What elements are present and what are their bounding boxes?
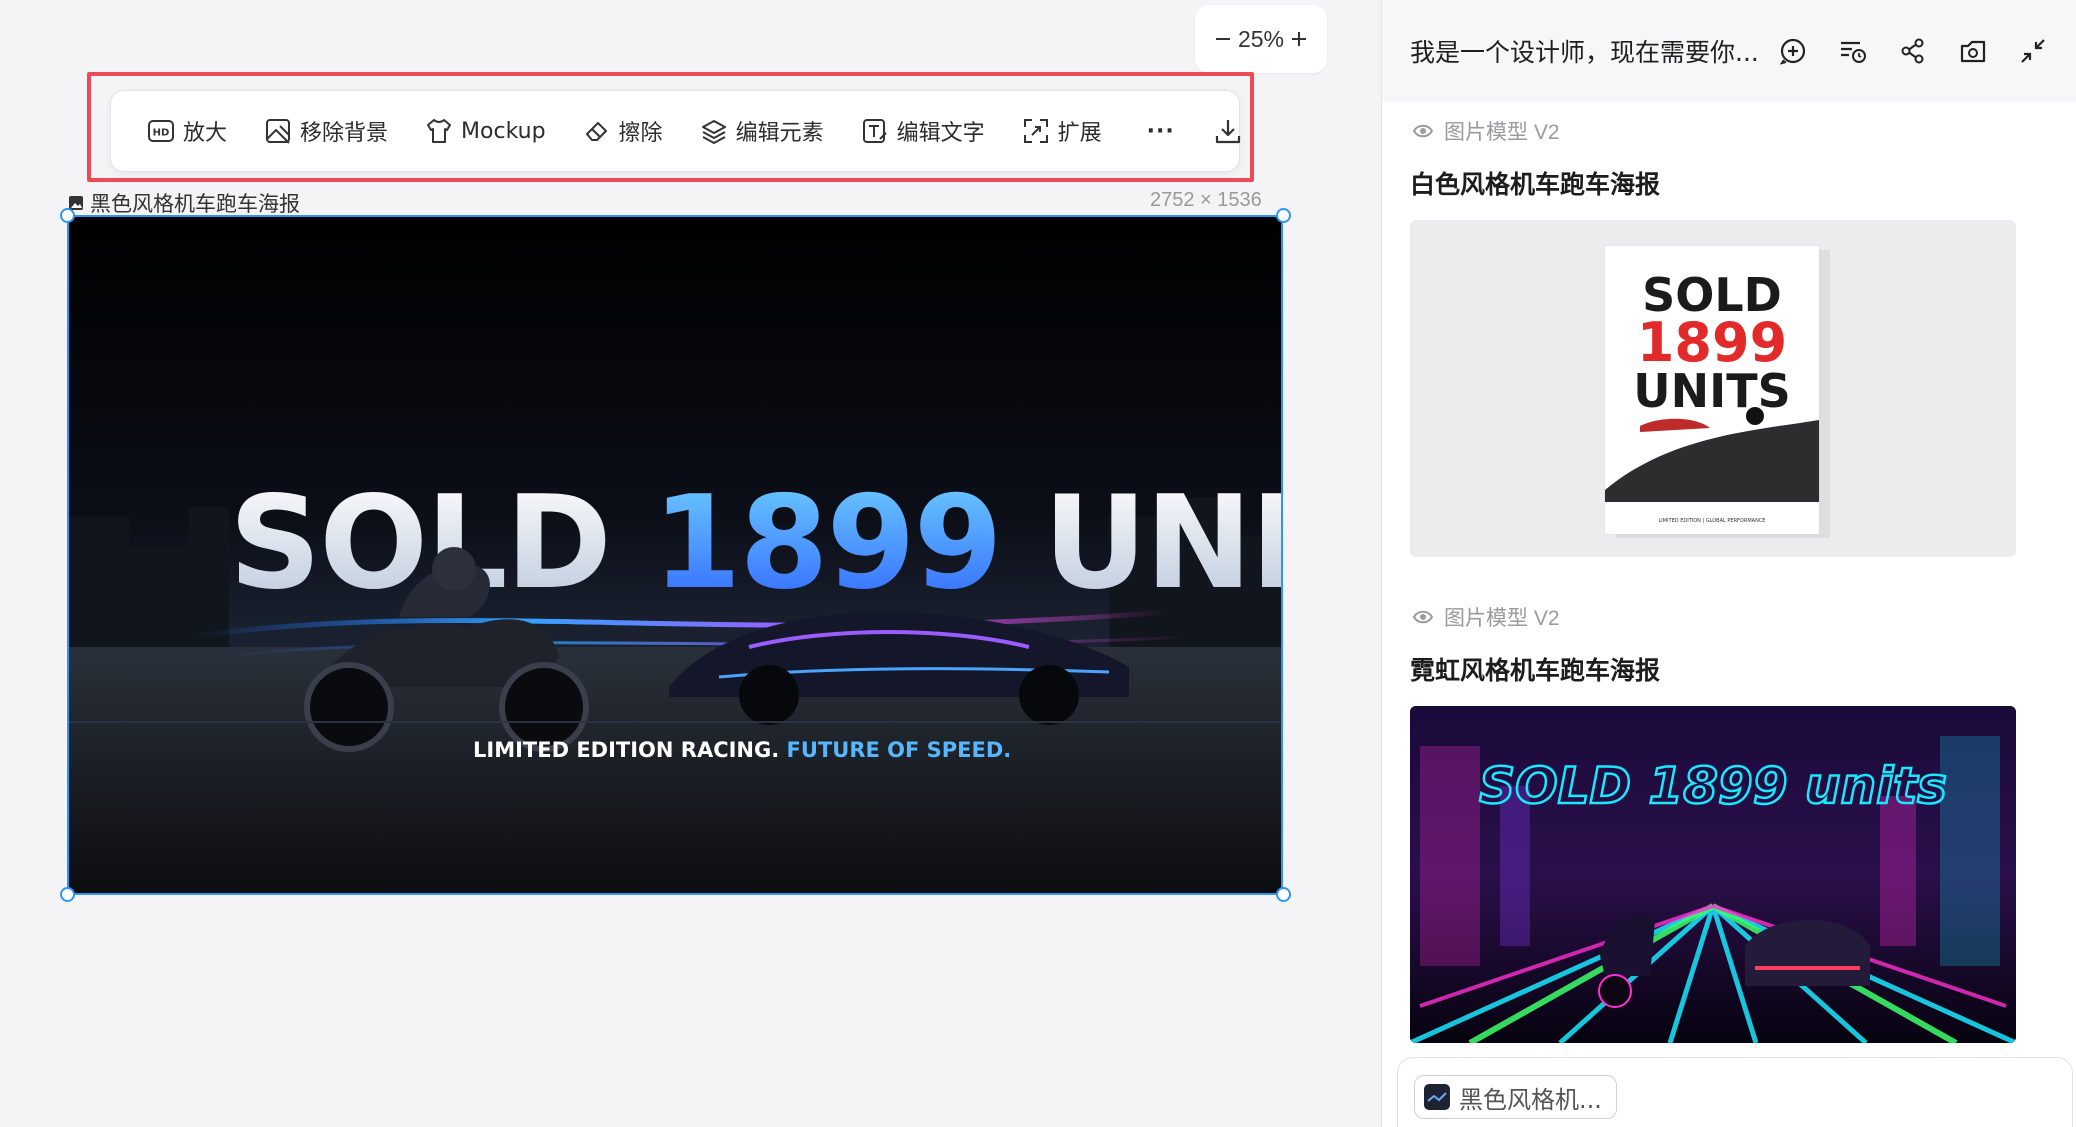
upscale-button[interactable]: HD 放大 xyxy=(137,106,237,156)
model-tag-2: 图片模型 V2 xyxy=(1412,602,1560,632)
edit-text-icon xyxy=(862,119,887,143)
chat-panel: 我是一个设计师，现在需要你... 图片模型 V2 白色风格机车跑车海报 SOLD… xyxy=(1381,0,2076,1127)
share-icon xyxy=(1901,38,1924,64)
svg-text:HD: HD xyxy=(153,128,170,139)
white-poster-footer: LIMITED EDITION | GLOBAL PERFORMANCE xyxy=(1659,518,1766,524)
more-options-button[interactable]: ··· xyxy=(1137,106,1185,156)
resize-handle-bottom-right[interactable] xyxy=(1276,887,1291,902)
tshirt-icon xyxy=(427,119,452,143)
conversation-title: 我是一个设计师，现在需要你... xyxy=(1410,38,1759,67)
neon-poster-preview: SOLD 1899 units xyxy=(1410,706,2016,1043)
erase-button[interactable]: 擦除 xyxy=(573,106,673,156)
edit-text-button[interactable]: 编辑文字 xyxy=(851,106,995,156)
more-icon: ··· xyxy=(1146,118,1175,144)
selection-frame xyxy=(67,215,1283,895)
mockup-label: Mockup xyxy=(461,118,546,144)
attachment-chip[interactable]: 黑色风格机... xyxy=(1414,1075,1617,1119)
share-button[interactable] xyxy=(1897,35,1929,67)
white-poster-preview: SOLD 1899 UNITS LIMITED EDITION | GLOBAL… xyxy=(1604,245,1830,538)
download-icon xyxy=(1215,120,1240,144)
edit-elements-button[interactable]: 编辑元素 xyxy=(690,106,834,156)
result-thumbnail-1[interactable]: SOLD 1899 UNITS LIMITED EDITION | GLOBAL… xyxy=(1410,220,2016,557)
image-title: 黑色风格机车跑车海报 xyxy=(90,192,300,216)
folder-icon xyxy=(1960,40,1986,63)
assets-button[interactable] xyxy=(1957,35,1989,67)
panel-header: 我是一个设计师，现在需要你... xyxy=(1382,0,2076,102)
model-name: 图片模型 V2 xyxy=(1444,121,1560,144)
upscale-label: 放大 xyxy=(183,121,228,146)
eye-icon xyxy=(1412,610,1434,624)
zoom-out-button[interactable] xyxy=(1209,25,1237,53)
expand-icon xyxy=(1023,119,1048,143)
model-name: 图片模型 V2 xyxy=(1444,607,1560,630)
white-poster-line-3: UNITS xyxy=(1633,364,1790,418)
result-title-1: 白色风格机车跑车海报 xyxy=(1410,170,1661,199)
remove-background-label: 移除背景 xyxy=(300,121,389,146)
design-canvas[interactable]: 25% HD 放大 移除背景 Mockup 擦除 编辑元素 编辑文字 扩展 ··… xyxy=(0,0,1380,1127)
edit-elements-label: 编辑元素 xyxy=(735,121,824,146)
mockup-button[interactable]: Mockup xyxy=(415,106,556,156)
erase-label: 擦除 xyxy=(618,121,663,146)
history-button[interactable] xyxy=(1837,35,1869,67)
neon-poster-headline: SOLD 1899 units xyxy=(1479,757,1947,815)
expand-label: 扩展 xyxy=(1057,121,1102,146)
resize-handle-bottom-left[interactable] xyxy=(60,887,75,902)
collapse-icon xyxy=(2021,39,2045,63)
header-actions xyxy=(1777,35,2049,67)
download-button[interactable] xyxy=(1203,106,1253,156)
resize-handle-top-right[interactable] xyxy=(1276,208,1291,223)
hd-icon: HD xyxy=(148,120,174,142)
expand-button[interactable]: 扩展 xyxy=(1012,106,1112,156)
result-thumbnail-2[interactable]: SOLD 1899 units xyxy=(1410,706,2016,1043)
layers-icon xyxy=(701,120,726,144)
history-icon xyxy=(1841,41,1866,63)
image-toolbar: HD 放大 移除背景 Mockup 擦除 编辑元素 编辑文字 扩展 ··· xyxy=(110,90,1240,172)
image-title-label: 黑色风格机车跑车海报 xyxy=(68,188,300,218)
eraser-icon xyxy=(585,122,607,141)
image-dimensions: 2752 × 1536 xyxy=(1150,189,1262,211)
collapse-panel-button[interactable] xyxy=(2017,35,2049,67)
minus-icon xyxy=(1216,38,1230,40)
attachment-chip-label: 黑色风格机... xyxy=(1459,1085,1602,1114)
resize-handle-top-left[interactable] xyxy=(60,208,75,223)
new-chat-icon xyxy=(1779,38,1806,65)
zoom-in-button[interactable] xyxy=(1285,25,1313,53)
edit-text-label: 编辑文字 xyxy=(896,121,985,146)
remove-background-button[interactable]: 移除背景 xyxy=(254,106,398,156)
model-tag-1: 图片模型 V2 xyxy=(1412,116,1560,146)
result-title-2: 霓虹风格机车跑车海报 xyxy=(1410,656,1661,685)
attachment-thumbnail-icon xyxy=(1424,1084,1450,1110)
zoom-level: 25% xyxy=(1237,25,1285,52)
plus-icon xyxy=(1291,32,1306,46)
new-chat-button[interactable] xyxy=(1777,35,1809,67)
app-root: 25% HD 放大 移除背景 Mockup 擦除 编辑元素 编辑文字 扩展 ··… xyxy=(0,0,2076,1127)
zoom-control: 25% xyxy=(1195,5,1327,73)
eye-icon xyxy=(1412,124,1434,138)
remove-background-icon xyxy=(266,119,291,144)
